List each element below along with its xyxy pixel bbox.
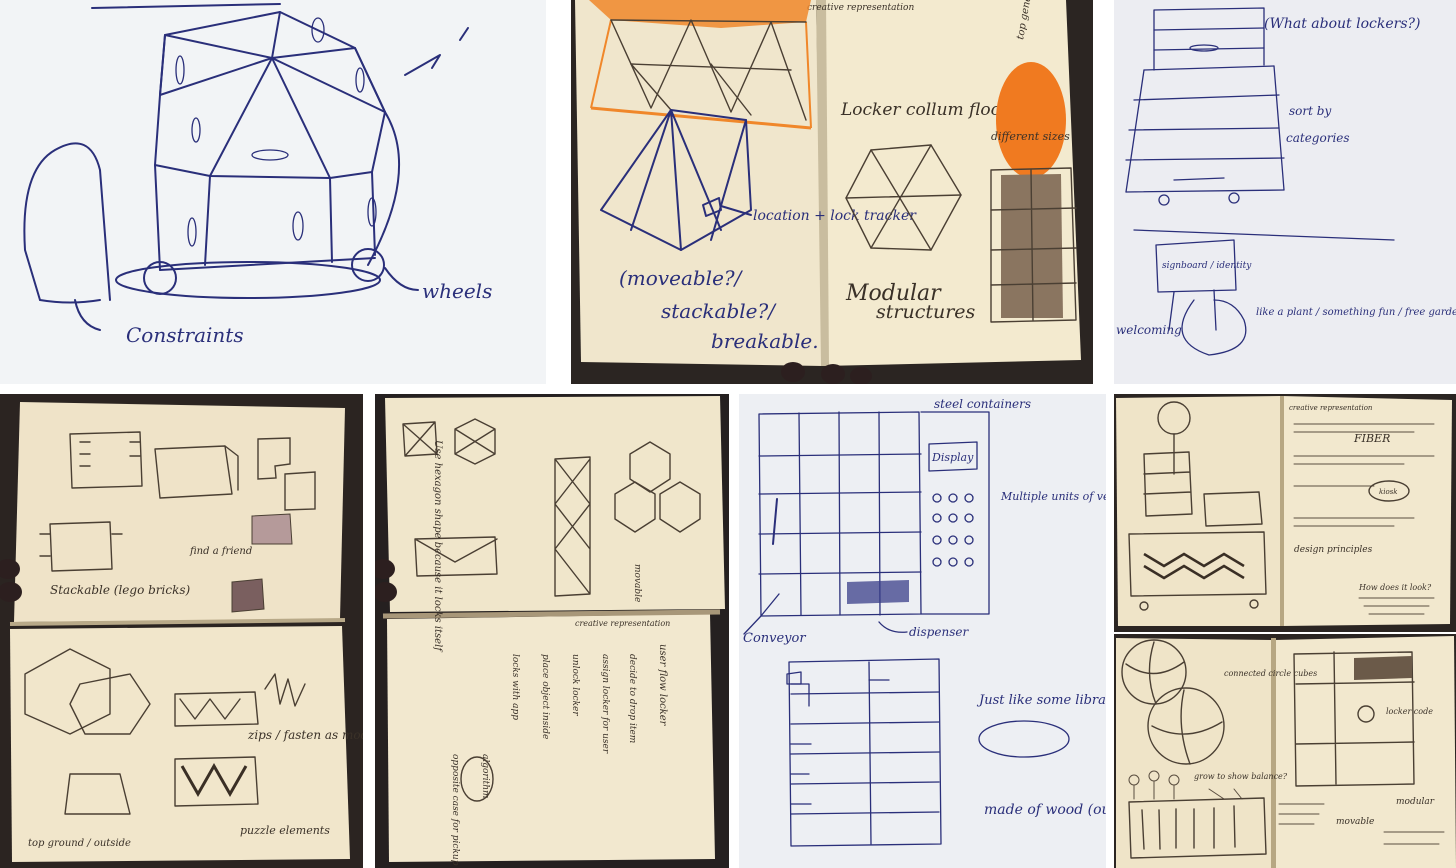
label-wood: made of wood (outside?) bbox=[984, 802, 1106, 818]
label-stackable-lego: Stackable (lego bricks) bbox=[50, 583, 191, 597]
photo-sketch-dome-on-wheels: Constraints wheels bbox=[0, 0, 546, 384]
photo-sketch-vending-grid: Display Conveyor steel containers Multip… bbox=[739, 394, 1106, 868]
photo-sketch-connected-circles: connected circle cubes grow to show bala… bbox=[1114, 634, 1456, 868]
label-kiosk: kiosk bbox=[1379, 488, 1398, 496]
label-locker-code: locker code bbox=[1386, 707, 1433, 716]
label-opposite: opposite case for pickup bbox=[450, 754, 460, 866]
label-how-does-it-look: How does it look? bbox=[1358, 583, 1432, 592]
label-sort-by: sort by bbox=[1289, 104, 1331, 118]
label-place: place object inside bbox=[540, 654, 550, 739]
label-dispenser: dispenser bbox=[909, 625, 969, 639]
label-unlock: unlock locker bbox=[570, 654, 580, 716]
photo-sketch-shelving: (What about lockers?) sort by categories… bbox=[1114, 0, 1456, 384]
label-different-sizes: different sizes bbox=[991, 130, 1070, 143]
label-hexagon-note: Use hexagon shape because it locks itsel… bbox=[432, 440, 443, 653]
label-modular-8: modular bbox=[1396, 797, 1435, 807]
label-decide: decide to drop item bbox=[627, 654, 637, 743]
photo-sketch-locker-column: creative representation location + lock … bbox=[571, 0, 1093, 384]
label-constraints: Constraints bbox=[126, 323, 244, 347]
sketch-puzzle-drawing: Stackable (lego bricks) find a friend zi… bbox=[0, 394, 363, 868]
label-welcoming: welcoming bbox=[1116, 323, 1182, 337]
photo-sketch-puzzle-modules: Stackable (lego bricks) find a friend zi… bbox=[0, 394, 363, 868]
label-wheels: wheels bbox=[422, 279, 492, 303]
header-creative-representation-3: creative representation bbox=[1289, 404, 1373, 412]
label-lock: locks with app bbox=[510, 654, 520, 720]
label-find-friends: find a friend bbox=[189, 546, 252, 557]
label-design-principles: design principles bbox=[1294, 545, 1373, 555]
label-flow-start: user flow locker bbox=[657, 644, 668, 727]
sketch-shelving-drawing: (What about lockers?) sort by categories… bbox=[1114, 0, 1456, 384]
label-movable-5: movable bbox=[632, 564, 642, 602]
sketch-vending-drawing: Display Conveyor steel containers Multip… bbox=[739, 394, 1106, 868]
label-steel: steel containers bbox=[934, 397, 1031, 411]
photo-sketch-kiosk-bench: creative representation FIBER kiosk desi… bbox=[1114, 394, 1456, 632]
photo-sketch-user-flow: creative representation Use hexagon shap… bbox=[375, 394, 729, 868]
label-display: Display bbox=[931, 451, 974, 464]
label-conveyor: Conveyor bbox=[743, 631, 806, 646]
sketch-circles-drawing: connected circle cubes grow to show bala… bbox=[1114, 634, 1456, 868]
header-creative-representation-2: creative representation bbox=[575, 619, 670, 628]
sketch-kiosk-drawing: creative representation FIBER kiosk desi… bbox=[1114, 394, 1456, 632]
sketch-user-flow-drawing: creative representation Use hexagon shap… bbox=[375, 394, 729, 868]
sketch-dome-drawing: Constraints wheels bbox=[0, 0, 546, 384]
label-like-a-plant: like a plant / something fun / free gard… bbox=[1256, 307, 1456, 318]
label-structures: structures bbox=[876, 301, 976, 323]
label-grow: grow to show balance? bbox=[1194, 772, 1288, 781]
label-buttons: Multiple units of vending machines bbox=[1000, 490, 1106, 503]
label-movable: (moveable?/ bbox=[619, 266, 744, 290]
label-top-side: top ground / outside bbox=[28, 838, 131, 849]
label-signboard: signboard / identity bbox=[1162, 261, 1252, 271]
label-movable-8: movable bbox=[1336, 817, 1374, 827]
sketch-locker-column-drawing: creative representation location + lock … bbox=[571, 0, 1093, 384]
label-categories: categories bbox=[1286, 131, 1350, 145]
label-assign: assign locker for user bbox=[600, 654, 610, 754]
label-breakable: breakable. bbox=[711, 329, 819, 353]
label-connected: connected circle cubes bbox=[1224, 669, 1317, 678]
label-zip-fasten: zips / fasten as modular elements? bbox=[247, 728, 363, 742]
label-library: Just like some library (in very small on… bbox=[976, 693, 1106, 708]
label-fiber: FIBER bbox=[1353, 432, 1390, 445]
label-puzzle: puzzle elements bbox=[240, 824, 330, 837]
header-creative-representation: creative representation bbox=[807, 3, 914, 13]
label-stackable: stackable?/ bbox=[661, 299, 777, 323]
label-what-about-lockers: (What about lockers?) bbox=[1264, 16, 1420, 32]
